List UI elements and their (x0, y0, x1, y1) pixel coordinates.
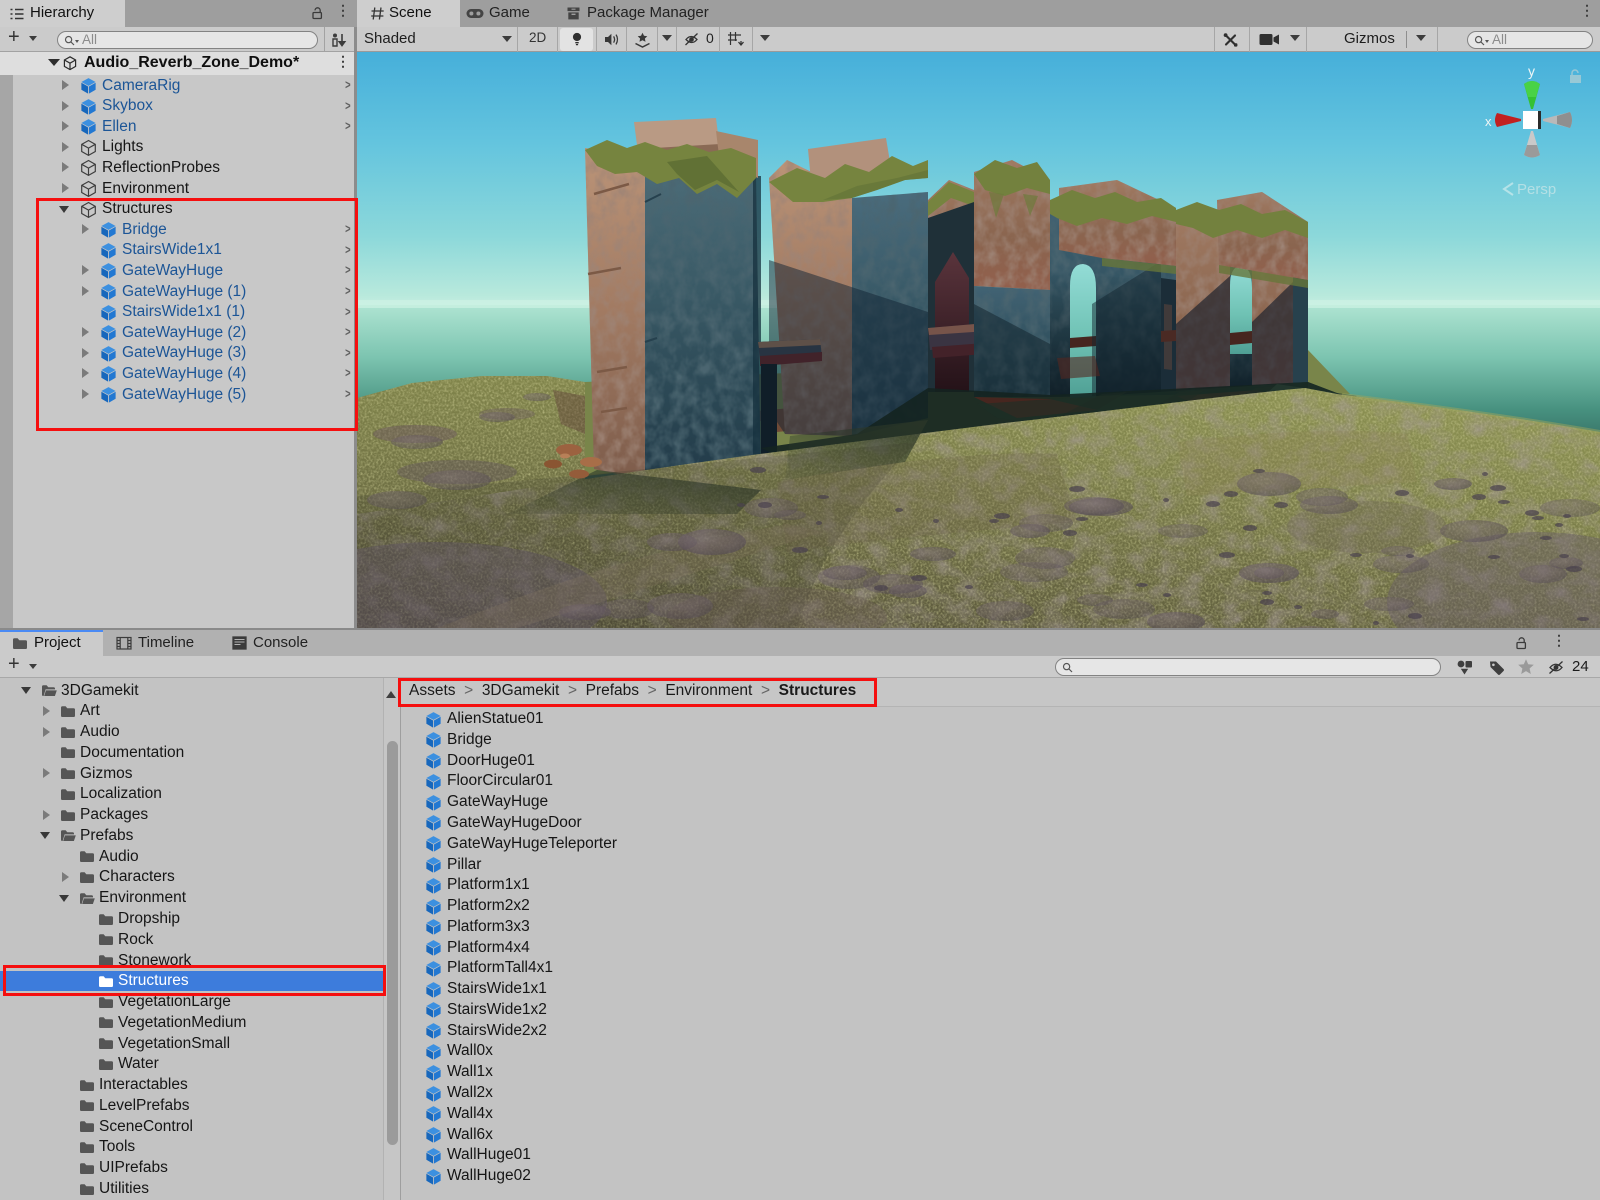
svg-text:Persp: Persp (1517, 181, 1556, 198)
svg-text:x: x (1485, 114, 1492, 129)
svg-text:y: y (1528, 63, 1535, 79)
